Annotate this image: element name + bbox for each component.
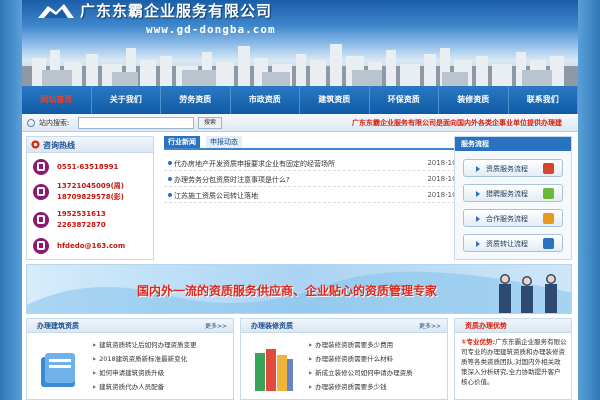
folder-icon <box>41 353 75 387</box>
slogan-text: 国内外一流的资质服务供应商、企业贴心的资质管理专家 <box>137 284 438 298</box>
bullet-icon <box>168 177 172 181</box>
news-tabs: 行业新闻 申报动态 <box>164 136 470 150</box>
service-label: 资质转让流程 <box>486 240 528 248</box>
services-header: 服务流程 <box>455 137 571 151</box>
qq-icon <box>33 212 49 228</box>
panel-header: 办理装修资质 更多>> <box>241 319 447 333</box>
site-url: www.gd-dongba.com <box>146 23 276 36</box>
service-process-panel: 服务流程 资质服务流程 猎聘服务流程 合作服务流程 资质转让流程 <box>454 136 572 260</box>
advantage-lead: ①专业优势: <box>461 338 496 346</box>
logo-icon <box>38 4 74 18</box>
more-link[interactable]: 更多>> <box>205 321 227 330</box>
list-item[interactable]: 建筑资质转让后如何办理资质变更 <box>93 339 233 351</box>
service-label: 资质服务流程 <box>486 165 528 173</box>
list-item[interactable]: 如何申请建筑资质升级 <box>93 367 233 379</box>
news-title[interactable]: 江苏施工资质公司转让落地 <box>174 191 258 201</box>
nav-home[interactable]: 网站首页 <box>22 86 92 114</box>
decoration-qualification-panel: 办理装修资质 更多>> 办理装修资质需要多少费用 办理装修资质需要什么材料 新成… <box>240 318 448 400</box>
search-input[interactable] <box>78 117 194 129</box>
search-bar: 站内搜索: 搜索 广东东霸企业服务有限公司是面向国内外各类企事业单位提供办理建 <box>22 114 578 132</box>
phone-number: 0551-63518991 <box>57 163 119 171</box>
nav-building[interactable]: 建筑资质 <box>300 86 370 114</box>
nav-decoration[interactable]: 装修资质 <box>439 86 509 114</box>
qq-number-1: 1952531613 <box>57 210 106 218</box>
city-skyline-image <box>22 44 578 86</box>
list-item[interactable]: 办理装修资质需要多少费用 <box>309 339 449 351</box>
nav-municipal[interactable]: 市政资质 <box>231 86 300 114</box>
tab-application-updates[interactable]: 申报动态 <box>206 136 242 148</box>
bullet-icon <box>168 193 172 197</box>
advantage-description: ①专业优势:广东东霸企业服务有限公司专业的办理建筑资质和办理装修资质等各类资质团… <box>461 337 567 387</box>
email-address[interactable]: hfdedo@163.com <box>57 241 125 252</box>
service-label: 合作服务流程 <box>486 215 528 223</box>
books-icon <box>255 349 293 391</box>
search-icon <box>27 119 35 127</box>
search-button[interactable]: 搜索 <box>198 117 222 129</box>
list-item[interactable]: 建筑资质代办人员配备 <box>93 381 233 393</box>
transfer-icon <box>543 238 554 249</box>
more-link[interactable]: 更多>> <box>419 321 441 330</box>
hotline-panel: 咨询热线 0551-63518991 13721045009(周) 187098… <box>26 136 154 260</box>
arrow-icon <box>476 191 480 197</box>
company-name: 广东东霸企业服务有限公司 <box>80 2 273 20</box>
news-title[interactable]: 办理劳务分包资质时注意事项是什么? <box>174 175 290 185</box>
nav-about[interactable]: 关于我们 <box>92 86 161 114</box>
news-item[interactable]: 代办房地产开发资质申报要求企业有固定的经营场所 2018-10-25 <box>164 156 470 171</box>
services-title: 服务流程 <box>461 140 489 148</box>
service-button-qualification[interactable]: 资质服务流程 <box>463 159 563 177</box>
mobile-icon <box>33 184 49 200</box>
service-button-cooperation[interactable]: 合作服务流程 <box>463 209 563 227</box>
service-label: 猎聘服务流程 <box>486 190 528 198</box>
scrolling-notice: 广东东霸企业服务有限公司是面向国内外各类企事业单位提供办理建 <box>352 119 562 127</box>
list-item[interactable]: 办理装修资质需要什么材料 <box>309 353 449 365</box>
panel-title: 办理建筑资质 <box>37 322 79 330</box>
slogan-banner: 国内外一流的资质服务供应商、企业贴心的资质管理专家 <box>26 264 572 314</box>
mobile-number-1: 13721045009(周) <box>57 182 124 190</box>
bullet-icon <box>168 161 172 165</box>
nav-labor[interactable]: 劳务资质 <box>161 86 231 114</box>
mobile-number-2: 18709829578(彭) <box>57 193 124 201</box>
page: 广东东霸企业服务有限公司 www.gd-dongba.com 网站首页 关于我们… <box>22 0 578 400</box>
search-label: 站内搜索: <box>39 119 70 127</box>
arrow-icon <box>476 166 480 172</box>
qq-number-2: 2263872870 <box>57 221 106 229</box>
people-icon <box>543 188 554 199</box>
panel-title: 办理装修资质 <box>251 322 293 330</box>
nav-environmental[interactable]: 环保资质 <box>370 86 439 114</box>
panel-header: 资质办理优势 <box>455 319 571 333</box>
news-item[interactable]: 江苏施工资质公司转让落地 2018-10-25 <box>164 188 470 203</box>
service-button-transfer[interactable]: 资质转让流程 <box>463 234 563 252</box>
list-item[interactable]: 2018建筑资质新标准最新变化 <box>93 353 233 365</box>
mail-icon <box>33 238 49 254</box>
tab-industry-news[interactable]: 行业新闻 <box>164 136 200 148</box>
site-banner: 广东东霸企业服务有限公司 www.gd-dongba.com <box>22 0 578 86</box>
nav-contact[interactable]: 联系我们 <box>509 86 578 114</box>
arrow-icon <box>476 241 480 247</box>
document-icon <box>543 163 554 174</box>
phone-icon <box>33 159 49 175</box>
news-panel: 行业新闻 申报动态 代办房地产开发资质申报要求企业有固定的经营场所 2018-1… <box>164 136 470 258</box>
building-qualification-panel: 办理建筑资质 更多>> 建筑资质转让后如何办理资质变更 2018建筑资质新标准最… <box>26 318 234 400</box>
list-item[interactable]: 新成立装修公司如何申请办理资质 <box>309 367 449 379</box>
panel-title: 资质办理优势 <box>465 322 507 330</box>
headset-icon <box>31 140 40 149</box>
advantages-panel: 资质办理优势 ①专业优势:广东东霸企业服务有限公司专业的办理建筑资质和办理装修资… <box>454 318 572 400</box>
hotline-title: 咨询热线 <box>43 141 75 150</box>
main-nav: 网站首页 关于我们 劳务资质 市政资质 建筑资质 环保资质 装修资质 联系我们 <box>22 86 578 114</box>
news-item[interactable]: 办理劳务分包资质时注意事项是什么? 2018-10-25 <box>164 172 470 187</box>
handshake-icon <box>543 213 554 224</box>
list-item[interactable]: 办理装修资质需要多少钱 <box>309 381 449 393</box>
service-button-headhunting[interactable]: 猎聘服务流程 <box>463 184 563 202</box>
news-title[interactable]: 代办房地产开发资质申报要求企业有固定的经营场所 <box>174 159 335 169</box>
panel-header: 办理建筑资质 更多>> <box>27 319 233 333</box>
hotline-header: 咨询热线 <box>27 137 153 153</box>
arrow-icon <box>476 216 480 222</box>
